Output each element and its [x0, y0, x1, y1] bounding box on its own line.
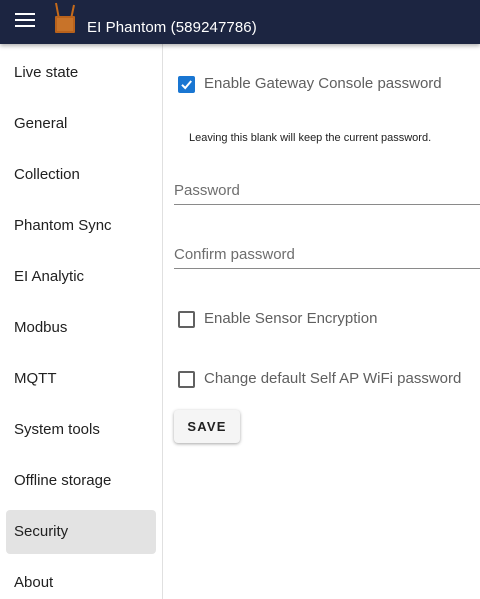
sensor-encryption-checkbox[interactable] [178, 311, 195, 328]
checkmark-icon [181, 80, 192, 90]
sidebar-item-label: EI Analytic [14, 268, 85, 285]
sidebar-item-live-state[interactable]: Live state [6, 51, 156, 95]
self-ap-password-label: Change default Self AP WiFi password [204, 370, 462, 387]
sidebar-item-label: Offline storage [14, 472, 112, 489]
confirm-password-input[interactable] [174, 241, 480, 269]
security-settings-panel: Enable Gateway Console password Leaving … [164, 44, 480, 599]
password-field[interactable] [174, 177, 480, 207]
self-ap-password-checkbox[interactable] [178, 371, 195, 388]
sidebar-item-label: Security [14, 523, 69, 540]
sidebar-item-label: MQTT [14, 370, 57, 387]
password-input[interactable] [174, 177, 480, 205]
sidebar-item-label: Live state [14, 64, 79, 81]
sidebar-item-label: About [14, 574, 54, 591]
sidebar-item-general[interactable]: General [6, 102, 156, 146]
sidebar-item-security[interactable]: Security [6, 510, 156, 554]
sidebar-item-system-tools[interactable]: System tools [6, 408, 156, 452]
sidebar-item-collection[interactable]: Collection [6, 153, 156, 197]
password-hint-text: Leaving this blank will keep the current… [189, 132, 432, 144]
sensor-encryption-label: Enable Sensor Encryption [204, 310, 378, 327]
app-title: EI Phantom (589247786) [87, 19, 257, 36]
sidebar-item-label: Phantom Sync [14, 217, 112, 234]
save-button[interactable]: SAVE [174, 410, 240, 443]
sidebar-item-about[interactable]: About [6, 561, 156, 599]
console-password-label: Enable Gateway Console password [204, 75, 442, 92]
sidebar-item-label: General [14, 115, 68, 132]
sidebar-item-ei-analytic[interactable]: EI Analytic [6, 255, 156, 299]
hamburger-menu-icon[interactable] [15, 13, 35, 29]
sidebar-item-label: Collection [14, 166, 80, 183]
sidebar-item-label: Modbus [14, 319, 68, 336]
sidebar-nav: Live state General Collection Phantom Sy… [0, 44, 163, 599]
console-password-checkbox[interactable] [178, 76, 195, 93]
sidebar-item-modbus[interactable]: Modbus [6, 306, 156, 350]
sidebar-item-mqtt[interactable]: MQTT [6, 357, 156, 401]
sidebar-item-offline-storage[interactable]: Offline storage [6, 459, 156, 503]
gateway-device-logo [55, 2, 75, 33]
sidebar-item-phantom-sync[interactable]: Phantom Sync [6, 204, 156, 248]
app-bar: EI Phantom (589247786) [0, 0, 480, 44]
confirm-password-field[interactable] [174, 241, 480, 271]
sidebar-item-label: System tools [14, 421, 100, 438]
